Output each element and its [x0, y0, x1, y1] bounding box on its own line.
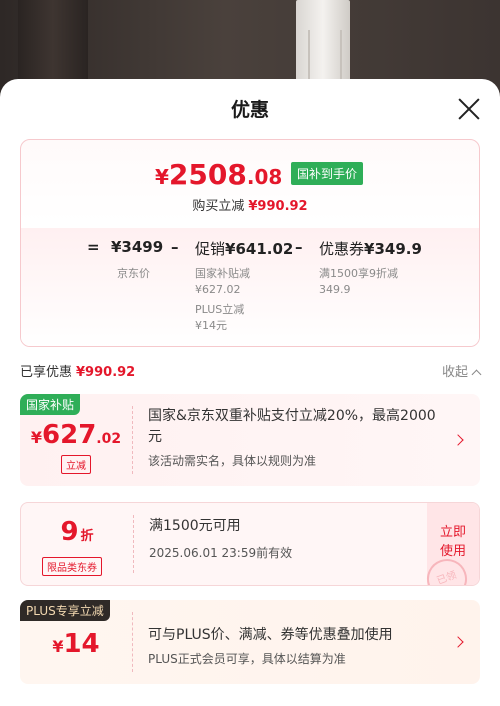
plus-title: 可与PLUS价、满减、券等优惠叠加使用 [148, 627, 393, 643]
plus-amount-integer: 14 [63, 629, 100, 659]
subsidy-title: 国家&京东双重补贴支付立减20%，最高2000元 [148, 408, 436, 445]
promo-sub-plus: PLUS立减 ¥14元 [195, 302, 244, 334]
final-price: ¥2508.08 [155, 158, 282, 191]
formula-minus-2: – [295, 238, 303, 256]
discount-coupon-card: 9折 限品类东券 满1500元可用 2025.06.01 23:59前有效 立即… [20, 502, 480, 586]
subsidy-amount-block: ¥627.02 立减 [20, 394, 132, 486]
instant-reduce-tag: 立减 [61, 455, 91, 474]
formula-promo: 促销¥641.02 [195, 238, 293, 259]
coupon-expiry: 2025.06.01 23:59前有效 [149, 546, 293, 560]
enjoyed-label: 已享优惠 [20, 365, 73, 380]
chevron-right-icon [452, 434, 464, 446]
enjoyed-amount: ¥990.92 [76, 365, 136, 380]
plus-amount-block: ¥14 [20, 600, 132, 684]
jd-price-value: ¥3499 [111, 238, 164, 256]
sheet-title: 优惠 [230, 99, 269, 121]
coupon-category-tag: 限品类东券 [42, 557, 102, 576]
air-conditioner-image [296, 0, 350, 90]
close-icon[interactable] [456, 96, 482, 122]
coupon-value: ¥349.9 [364, 240, 422, 258]
subsidy-price-tag: 国补到手价 [291, 162, 364, 185]
enjoyed-discount: 已享优惠 ¥990.92 [20, 361, 135, 380]
chevron-right-icon [452, 636, 464, 648]
coupon-label: 优惠券 [319, 240, 365, 258]
use-now-label-2: 使用 [439, 544, 466, 559]
jd-price-label: 京东价 [117, 267, 150, 280]
promo-sub-national: 国家补贴减 ¥627.02 [195, 266, 250, 298]
formula-coupon: 优惠券¥349.9 [319, 238, 422, 259]
national-subsidy-card[interactable]: 国家补贴 ¥627.02 立减 国家&京东双重补贴支付立减20%，最高2000元… [20, 394, 480, 486]
discount-sheet: 优惠 ¥2508.08 国补到手价 购买立减 ¥990.92 = ¥3499 京东… [0, 79, 500, 706]
saved-line: 购买立减 ¥990.92 [21, 195, 479, 214]
dashed-divider [133, 515, 134, 573]
subsidy-details: 国家&京东双重补贴支付立减20%，最高2000元 该活动需实名，具体以规则为准 [148, 406, 440, 469]
coupon-discount: 9折 [21, 517, 133, 547]
dashed-divider [132, 612, 133, 672]
chevron-up-icon [471, 369, 482, 380]
formula-jd-price: ¥3499 [111, 238, 163, 256]
promo-sub1-label: 国家补贴减 [195, 267, 250, 280]
discount-unit: 折 [80, 529, 94, 544]
saved-amount: ¥990.92 [248, 199, 308, 214]
formula-minus-1: – [171, 238, 179, 256]
dashed-divider [132, 406, 133, 474]
final-price-integer: 2508 [168, 158, 247, 191]
plus-desc: PLUS正式会员可享，具体以结算为准 [148, 652, 346, 666]
formula-equals: = [87, 238, 100, 256]
coupon-condition: 满1500元可用 [149, 518, 241, 534]
subsidy-desc: 该活动需实名，具体以规则为准 [148, 454, 317, 468]
coupon-sub: 满1500享9折减 349.9 [319, 266, 398, 298]
minus-sign: – [295, 238, 303, 256]
currency-symbol: ¥ [155, 165, 169, 189]
discount-number: 9 [60, 517, 79, 547]
currency-symbol: ¥ [52, 637, 64, 656]
plus-details: 可与PLUS价、满减、券等优惠叠加使用 PLUS正式会员可享，具体以结算为准 [148, 612, 440, 667]
saved-label: 购买立减 [192, 199, 245, 214]
promo-label: 促销 [195, 240, 226, 258]
collapse-label: 收起 [441, 365, 468, 380]
coupon-sub-value: 349.9 [319, 283, 351, 296]
plus-amount: ¥14 [20, 629, 132, 659]
currency-symbol: ¥ [30, 428, 43, 447]
minus-sign: – [171, 238, 179, 256]
promo-sub2-value: ¥14元 [195, 319, 227, 332]
promo-value: ¥641.02 [225, 240, 294, 258]
subsidy-amount-integer: 627 [42, 420, 97, 450]
coupon-sub-label: 满1500享9折减 [319, 267, 398, 280]
subsidy-amount-decimal: .02 [96, 431, 122, 447]
price-breakdown-card: ¥2508.08 国补到手价 购买立减 ¥990.92 = ¥3499 京东价 –… [20, 139, 480, 347]
use-now-label-1: 立即 [439, 525, 466, 540]
coupon-discount-block: 9折 限品类东券 [21, 503, 133, 585]
equals-sign: = [87, 238, 100, 256]
final-price-decimal: .08 [246, 165, 283, 189]
promo-sub1-value: ¥627.02 [195, 283, 241, 296]
promo-sub2-label: PLUS立减 [195, 303, 245, 316]
coupon-details: 满1500元可用 2025.06.01 23:59前有效 [149, 515, 439, 561]
plus-discount-card[interactable]: PLUS专享立减 ¥14 可与PLUS价、满减、券等优惠叠加使用 PLUS正式会… [20, 600, 480, 684]
collapse-toggle[interactable]: 收起 [441, 361, 482, 380]
subsidy-amount: ¥627.02 [20, 420, 132, 450]
